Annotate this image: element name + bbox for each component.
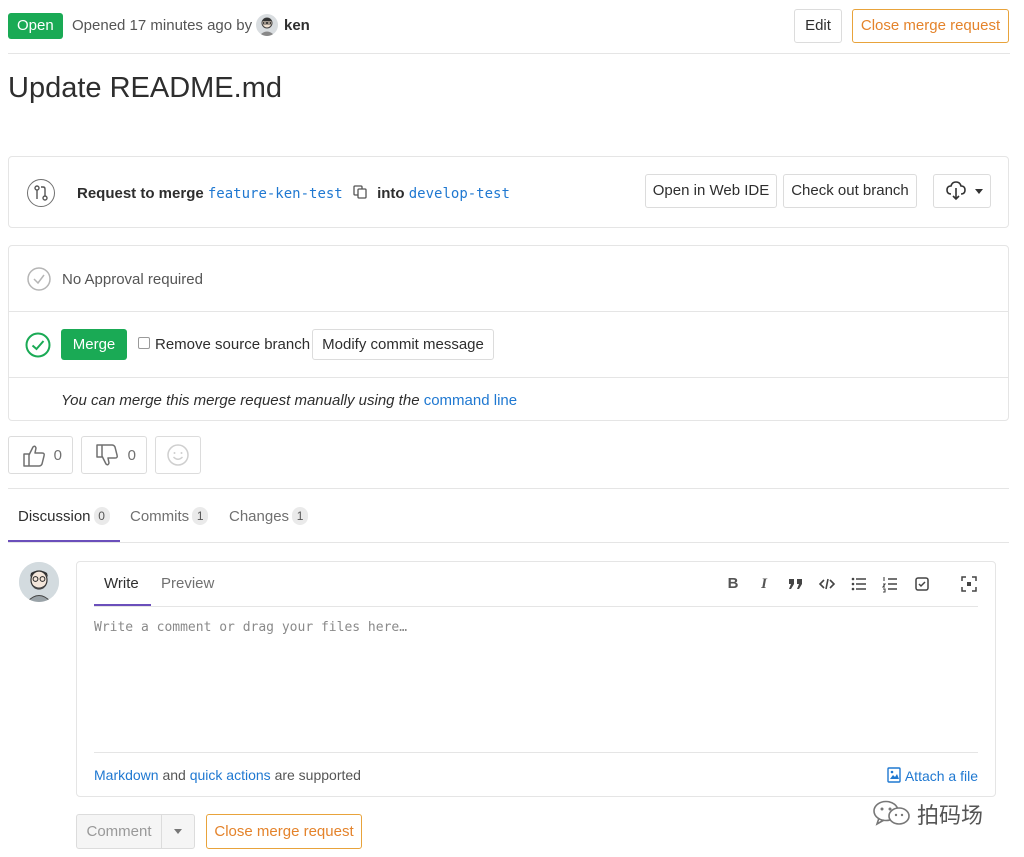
cloud-download-icon [946, 181, 983, 201]
open-web-ide-button[interactable]: Open in Web IDE [645, 174, 777, 208]
bold-icon[interactable]: B [724, 575, 742, 593]
edit-button[interactable]: Edit [794, 9, 842, 43]
source-branch-link[interactable]: feature-ken-test [208, 186, 343, 202]
thumbs-down-count: 0 [127, 447, 136, 464]
page-title: Update README.md [8, 72, 282, 104]
tab-changes[interactable]: Changes 1 [229, 507, 309, 525]
branch-info-panel: Request to merge feature-ken-test into d… [8, 156, 1009, 228]
chevron-down-icon [174, 829, 182, 834]
smiley-icon [167, 444, 189, 466]
approval-check-icon [27, 267, 51, 291]
merge-widget: No Approval required Merge Remove source… [8, 245, 1009, 421]
italic-icon[interactable]: I [755, 575, 773, 593]
divider [8, 488, 1009, 489]
close-merge-request-button[interactable]: Close merge request [852, 9, 1009, 43]
chevron-down-icon [975, 189, 983, 194]
wechat-icon [873, 800, 910, 826]
markdown-note-supported: are supported [274, 767, 361, 783]
command-line-link[interactable]: command line [424, 392, 517, 409]
tab-changes-count: 1 [292, 507, 309, 525]
merge-request-icon [27, 179, 55, 207]
tab-discussion[interactable]: Discussion 0 [18, 507, 110, 525]
mr-header: Open Opened 17 minutes ago by ken Edit C… [8, 8, 1010, 54]
add-reaction-button[interactable] [155, 436, 201, 474]
bullet-list-icon[interactable] [850, 575, 868, 593]
tab-changes-label: Changes [229, 508, 290, 525]
task-list-icon[interactable] [913, 575, 931, 593]
merge-request-branches: Request to merge feature-ken-test into d… [77, 185, 510, 203]
remove-source-branch-label[interactable]: Remove source branch [155, 336, 310, 353]
modify-commit-message-button[interactable]: Modify commit message [312, 329, 494, 360]
quick-actions-link[interactable]: quick actions [190, 767, 271, 783]
author-name[interactable]: ken [284, 17, 310, 34]
editor-tabs: Write Preview B I [94, 562, 978, 607]
watermark: 拍码场 [871, 797, 993, 829]
thumbs-down-icon [96, 444, 118, 466]
quote-icon[interactable] [787, 575, 805, 593]
avatar-icon [259, 17, 275, 36]
avatar-icon [19, 562, 59, 602]
thumbs-up-icon [23, 445, 45, 467]
tab-commits-label: Commits [130, 508, 190, 525]
manual-merge-row: You can merge this merge request manuall… [9, 378, 1008, 422]
comment-button[interactable]: Comment [76, 814, 162, 849]
user-avatar[interactable] [19, 562, 59, 602]
attach-file-button[interactable]: Attach a file [887, 767, 978, 784]
tab-preview[interactable]: Preview [161, 575, 214, 592]
thumbs-up-count: 0 [53, 447, 62, 464]
comment-textarea[interactable]: Write a comment or drag your files here… [94, 620, 407, 635]
author-avatar[interactable] [256, 14, 278, 36]
markdown-link[interactable]: Markdown [94, 767, 159, 783]
code-icon[interactable] [818, 575, 836, 593]
status-badge: Open [8, 13, 63, 39]
comment-options-dropdown[interactable] [161, 814, 195, 849]
thumbs-up-button[interactable]: 0 [8, 436, 73, 474]
mr-tabs: Discussion 0 Commits 1 Changes 1 [8, 495, 1009, 543]
manual-merge-text: You can merge this merge request manuall… [61, 392, 517, 409]
tab-commits-count: 1 [192, 507, 209, 525]
success-check-icon [25, 332, 51, 358]
manual-merge-description: You can merge this merge request manuall… [61, 392, 420, 409]
active-tab-indicator [8, 540, 120, 542]
download-dropdown-button[interactable] [933, 174, 991, 208]
merge-row: Merge Remove source branch Modify commit… [9, 312, 1008, 378]
target-branch-link[interactable]: develop-test [409, 186, 510, 202]
tab-commits[interactable]: Commits 1 [130, 507, 209, 525]
fullscreen-icon[interactable] [960, 575, 978, 593]
approval-row: No Approval required [9, 246, 1008, 312]
tab-discussion-count: 0 [93, 507, 110, 525]
comment-editor: Write Preview B I Write a comment or dra… [76, 561, 996, 797]
request-label: Request to merge [77, 185, 204, 202]
copy-icon[interactable] [353, 185, 367, 203]
opened-text: Opened 17 minutes ago by [72, 17, 253, 34]
tab-write[interactable]: Write [104, 575, 139, 592]
watermark-text: 拍码场 [917, 804, 984, 829]
editor-footer: Markdown and quick actions are supported… [94, 752, 978, 798]
into-label: into [377, 185, 405, 202]
approval-status-text: No Approval required [62, 271, 203, 288]
remove-source-branch-checkbox[interactable] [138, 337, 150, 349]
close-merge-request-bottom-button[interactable]: Close merge request [206, 814, 362, 849]
merge-button[interactable]: Merge [61, 329, 127, 360]
image-icon [887, 767, 901, 783]
tab-discussion-label: Discussion [18, 508, 91, 525]
attach-file-label: Attach a file [904, 768, 978, 784]
thumbs-down-button[interactable]: 0 [81, 436, 147, 474]
markdown-note: Markdown and quick actions are supported [94, 767, 361, 783]
markdown-note-and: and [162, 767, 186, 783]
check-out-branch-button[interactable]: Check out branch [783, 174, 917, 208]
active-editor-tab-indicator [94, 604, 151, 606]
numbered-list-icon[interactable] [881, 575, 899, 593]
